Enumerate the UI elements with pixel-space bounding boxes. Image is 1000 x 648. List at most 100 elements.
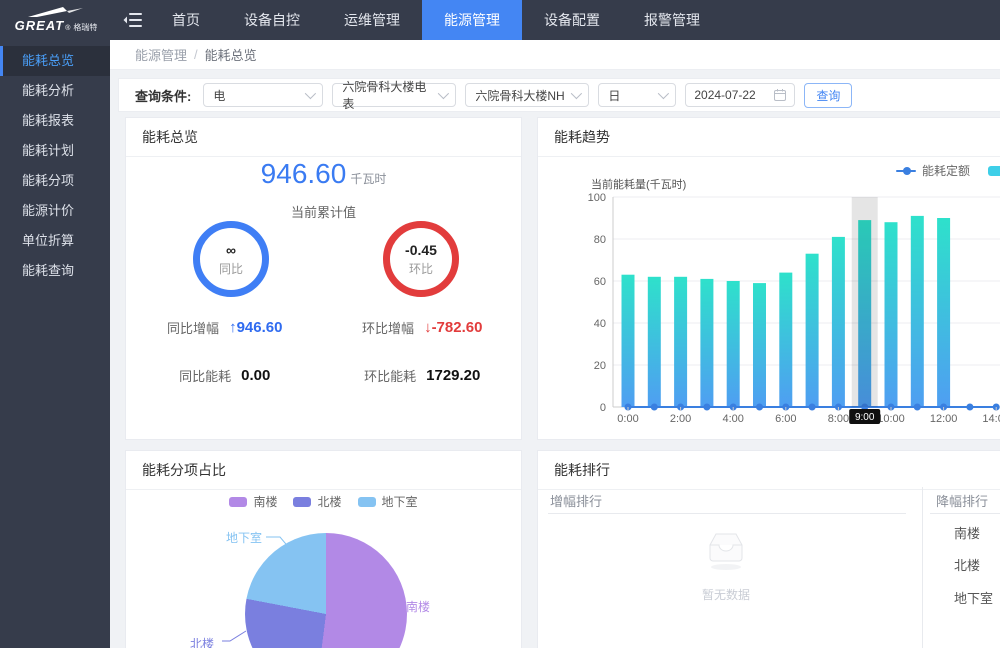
x-tick: 8:00 xyxy=(828,413,849,425)
panel-title: 能耗排行 xyxy=(538,451,1000,490)
panel-subentry-share: 能耗分项占比 南楼 北楼 地下室 地下室 南楼 北楼 xyxy=(125,450,522,648)
trend-bar[interactable] xyxy=(753,283,766,407)
panel-title: 能耗总览 xyxy=(126,118,521,157)
meter-value: 六院骨科大楼电表 xyxy=(342,78,432,112)
breadcrumb-current: 能耗总览 xyxy=(205,45,257,64)
line-dot[interactable] xyxy=(651,404,658,411)
logo-registered-mark: ® xyxy=(65,25,70,32)
mom-growth-value: ↓-782.60 xyxy=(424,319,482,336)
nav-item-home[interactable]: 首页 xyxy=(150,0,222,40)
increase-ranking-header: 增幅排行 xyxy=(550,491,602,510)
nav-item-alarm-management[interactable]: 报警管理 xyxy=(622,0,722,40)
y-tick: 20 xyxy=(594,360,606,372)
trend-bar[interactable] xyxy=(779,273,792,407)
trend-bar[interactable] xyxy=(727,281,740,407)
trend-bar[interactable] xyxy=(700,279,713,407)
trend-bar-chart[interactable]: 当前能耗量(千瓦时)0204060801000:002:004:006:008:… xyxy=(546,176,1000,434)
pie-label-basement: 地下室 xyxy=(226,529,262,546)
y-axis-label: 当前能耗量(千瓦时) xyxy=(591,177,686,191)
x-tick: 0:00 xyxy=(617,413,638,425)
date-picker[interactable]: 2024-07-22 xyxy=(685,83,795,107)
breadcrumb-parent[interactable]: 能源管理 xyxy=(135,45,187,64)
trend-bar[interactable] xyxy=(885,222,898,407)
energy-type-value: 电 xyxy=(213,87,225,104)
query-conditions-label: 查询条件: xyxy=(135,86,191,105)
chevron-down-icon xyxy=(658,88,669,99)
line-dot[interactable] xyxy=(809,404,816,411)
divider xyxy=(922,487,923,648)
divider xyxy=(548,513,906,514)
sidebar-item-energy-overview[interactable]: 能耗总览 xyxy=(0,46,110,76)
left-sidebar: 能耗总览 能耗分析 能耗报表 能耗计划 能耗分项 能源计价 单位折算 能耗查询 xyxy=(0,40,110,648)
total-consumption: 946.60千瓦时 xyxy=(126,158,521,190)
line-dot[interactable] xyxy=(756,404,763,411)
trend-bar[interactable] xyxy=(622,275,635,407)
menu-fold-icon[interactable] xyxy=(116,0,150,40)
rank-item-south[interactable]: 南楼 xyxy=(954,523,980,542)
pie-chart-area: 地下室 南楼 北楼 xyxy=(126,451,523,648)
trend-bar[interactable] xyxy=(674,277,687,407)
building-select[interactable]: 六院骨科大楼NH xyxy=(465,83,589,107)
query-conditions-bar: 查询条件: 电 六院骨科大楼电表 六院骨科大楼NH 日 2024-07-22 xyxy=(118,78,1000,112)
trend-bar[interactable] xyxy=(832,237,845,407)
meter-select[interactable]: 六院骨科大楼电表 xyxy=(332,83,456,107)
mom-growth-label: 环比增幅 xyxy=(362,318,414,337)
hover-band xyxy=(852,197,878,407)
total-unit: 千瓦时 xyxy=(350,172,386,186)
rank-item-north[interactable]: 北楼 xyxy=(954,555,980,574)
sidebar-item-energy-subentry[interactable]: 能耗分项 xyxy=(0,166,110,196)
yoy-ratio-label: 同比 xyxy=(219,260,243,277)
svg-text:9:00: 9:00 xyxy=(855,412,875,423)
search-button[interactable]: 查询 xyxy=(804,83,852,108)
yoy-ratio-value: ∞ xyxy=(226,242,236,258)
total-caption: 当前累计值 xyxy=(126,202,521,221)
x-tick: 10:00 xyxy=(877,413,905,425)
x-tick: 14:00 xyxy=(982,413,1000,425)
subentry-pie-chart[interactable] xyxy=(245,533,407,648)
rank-item-basement[interactable]: 地下室 xyxy=(954,588,993,607)
empty-inbox-icon xyxy=(703,529,749,573)
energy-type-select[interactable]: 电 xyxy=(203,83,323,107)
period-value: 日 xyxy=(608,87,620,104)
brand-logo: GREAT®格瑞特 xyxy=(0,0,112,40)
line-dot[interactable] xyxy=(914,404,921,411)
yoy-growth-value: ↑946.60 xyxy=(229,319,282,336)
total-value: 946.60 xyxy=(261,158,347,189)
sidebar-item-energy-pricing[interactable]: 能源计价 xyxy=(0,196,110,226)
up-arrow-icon: ↑ xyxy=(229,319,237,336)
panel-energy-trend: 能耗趋势 能耗定额 当前能耗 当前能耗量(千瓦时)0204060801000:0… xyxy=(537,117,1000,440)
sidebar-item-energy-query[interactable]: 能耗查询 xyxy=(0,256,110,286)
sidebar-item-energy-report[interactable]: 能耗报表 xyxy=(0,106,110,136)
y-tick: 60 xyxy=(594,276,606,288)
breadcrumb-separator: / xyxy=(194,47,198,62)
down-arrow-icon: ↓ xyxy=(424,319,432,336)
growth-stats-row: 同比增幅 ↑946.60 环比增幅 ↓-782.60 xyxy=(126,318,521,337)
trend-bar[interactable] xyxy=(937,218,950,407)
nav-item-ops-management[interactable]: 运维管理 xyxy=(322,0,422,40)
sidebar-item-energy-analysis[interactable]: 能耗分析 xyxy=(0,76,110,106)
line-dot[interactable] xyxy=(966,404,973,411)
chevron-down-icon xyxy=(305,88,316,99)
period-select[interactable]: 日 xyxy=(598,83,676,107)
nav-item-device-config[interactable]: 设备配置 xyxy=(522,0,622,40)
empty-state: 暂无数据 xyxy=(678,529,774,603)
line-dot[interactable] xyxy=(703,404,710,411)
yoy-growth-label: 同比增幅 xyxy=(167,318,219,337)
trend-bar[interactable] xyxy=(806,254,819,407)
nav-item-energy-management[interactable]: 能源管理 xyxy=(422,0,522,40)
energy-dashboard: GREAT®格瑞特 首页 设备自控 运维管理 能源管理 设备配置 报警管理 能耗… xyxy=(0,0,1000,648)
nav-item-device-autocontrol[interactable]: 设备自控 xyxy=(222,0,322,40)
sidebar-item-energy-plan[interactable]: 能耗计划 xyxy=(0,136,110,166)
panel-energy-overview: 能耗总览 946.60千瓦时 当前累计值 ∞ 同比 -0.45 环比 同比增幅 … xyxy=(125,117,522,440)
sidebar-item-unit-conversion[interactable]: 单位折算 xyxy=(0,226,110,256)
trend-bar[interactable] xyxy=(648,277,661,407)
trend-bar[interactable] xyxy=(911,216,924,407)
building-value: 六院骨科大楼NH xyxy=(475,87,564,104)
yoy-energy-value: 0.00 xyxy=(241,367,270,384)
decrease-ranking-header: 降幅排行 xyxy=(936,491,988,510)
logo-text: GREAT xyxy=(15,18,65,33)
x-tick: 12:00 xyxy=(930,413,958,425)
breadcrumb: 能源管理 / 能耗总览 xyxy=(110,40,1000,70)
empty-text: 暂无数据 xyxy=(678,586,774,603)
top-navbar: GREAT®格瑞特 首页 设备自控 运维管理 能源管理 设备配置 报警管理 xyxy=(0,0,1000,40)
